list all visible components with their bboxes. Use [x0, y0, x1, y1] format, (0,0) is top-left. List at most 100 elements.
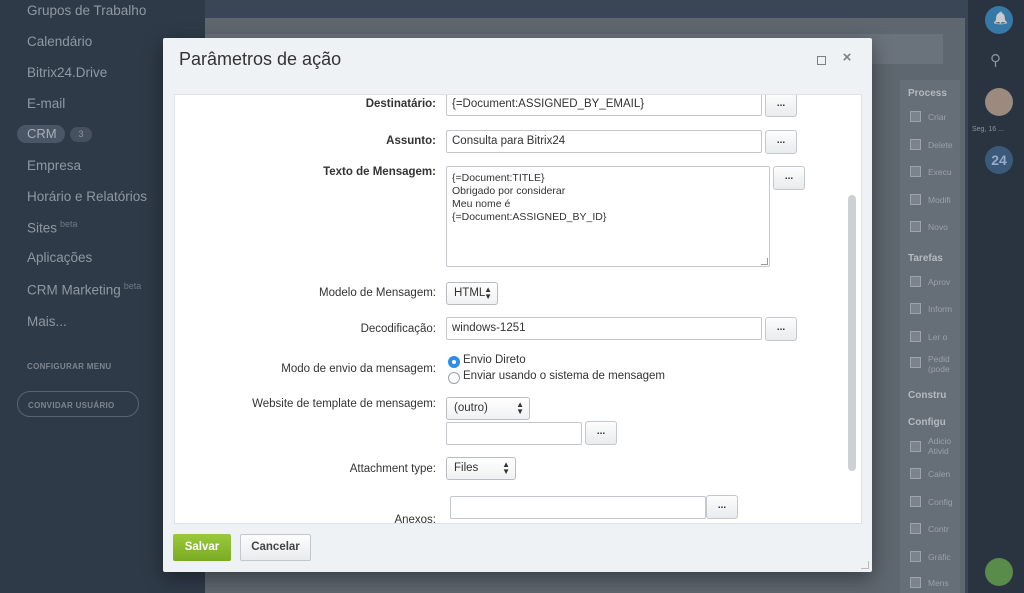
message-text-label: Texto de Mensagem: [323, 166, 436, 178]
cancel-button[interactable]: Cancelar [240, 534, 311, 561]
sidebar-item-sites[interactable]: Sites beta [27, 219, 78, 236]
list-item[interactable]: Calen [928, 469, 950, 479]
list-item[interactable]: Ler o [928, 332, 947, 342]
encoding-input[interactable]: windows-1251 [446, 317, 762, 340]
message-text-area[interactable]: {=Document:TITLE} Obrigado por considera… [446, 166, 770, 267]
sidebar-item-more[interactable]: Mais... [27, 314, 67, 329]
recipient-input[interactable]: {=Document:ASSIGNED_BY_EMAIL} [446, 95, 762, 116]
bitrix24-logo-icon[interactable]: 24 [985, 146, 1013, 174]
attachment-type-select[interactable]: Files ▲ ▼ [446, 457, 516, 480]
send-mode-label: Modo de envio da mensagem: [281, 363, 436, 375]
list-item[interactable]: Inform [928, 304, 952, 314]
encoding-insert-button[interactable]: ... [765, 317, 797, 341]
doc-icon [910, 441, 921, 452]
beta-badge: beta [123, 281, 142, 291]
content-scrollbar[interactable] [848, 195, 856, 471]
select-arrows-icon: ▲ ▼ [484, 285, 492, 301]
list-item[interactable]: Novo [928, 222, 948, 232]
template-site-label: Website de template de mensagem: [252, 398, 436, 410]
template-site-input[interactable] [446, 422, 582, 445]
doc-icon [910, 166, 921, 177]
message-line: {=Document:TITLE} [452, 172, 545, 184]
list-item[interactable]: Contr [928, 524, 949, 534]
sidebar-item-drive[interactable]: Bitrix24.Drive [27, 65, 107, 80]
select-arrows-icon: ▲ ▼ [516, 400, 524, 416]
doc-icon [910, 357, 921, 368]
sidebar-item-crm-marketing[interactable]: CRM Marketing beta [27, 281, 141, 298]
message-insert-button[interactable]: ... [773, 166, 805, 190]
action-parameters-dialog: Parâmetros de ação × Destinatário: {=Doc… [163, 38, 872, 572]
select-value: HTML [454, 287, 486, 299]
dialog-title: Parâmetros de ação [179, 49, 342, 69]
doc-icon [910, 577, 921, 588]
save-button[interactable]: Salvar [173, 534, 231, 561]
date-label: Seg, 16 ... [972, 126, 1004, 133]
section-tasks: Tarefas [908, 253, 943, 264]
resize-handle[interactable] [761, 258, 768, 265]
avatar[interactable] [985, 88, 1013, 116]
message-line: Meu nome é [452, 198, 511, 210]
doc-icon [910, 496, 921, 507]
sidebar-item-time-reports[interactable]: Horário e Relatórios [27, 189, 147, 204]
attachments-input[interactable] [450, 496, 706, 519]
sidebar-item-calendar[interactable]: Calendário [27, 34, 92, 49]
doc-icon [910, 139, 921, 150]
encoding-label: Decodificação: [360, 323, 436, 335]
select-value: Files [454, 462, 479, 474]
list-item[interactable]: Gráfic [928, 552, 951, 562]
section-configuration: Configu [908, 417, 946, 428]
invite-user-button[interactable]: CONVIDAR USUÁRIO [17, 391, 139, 417]
doc-icon [910, 111, 921, 122]
doc-icon [910, 221, 921, 232]
doc-icon [910, 276, 921, 287]
phone-icon[interactable] [985, 558, 1013, 586]
list-item[interactable]: Criar [928, 112, 946, 122]
sidebar-item-label: CRM Marketing [27, 282, 121, 298]
sidebar-item-groups[interactable]: Grupos de Trabalho [27, 3, 146, 18]
list-item[interactable]: Adicio Ativid [928, 436, 958, 456]
template-site-select[interactable]: (outro) ▲ ▼ [446, 397, 530, 420]
attachments-insert-button[interactable]: ... [706, 495, 738, 519]
dialog-resize-handle[interactable] [861, 561, 869, 569]
sidebar-item-applications[interactable]: Aplicações [27, 250, 92, 265]
recipient-label: Destinatário: [365, 98, 436, 110]
recipient-insert-button[interactable]: ... [765, 95, 797, 117]
sidebar-item-crm[interactable]: CRM [17, 125, 65, 143]
crm-count-badge: 3 [70, 127, 92, 142]
send-mode-direct-radio[interactable] [448, 356, 460, 368]
list-item[interactable]: Modifi [928, 195, 951, 205]
select-value: (outro) [454, 402, 488, 414]
attachments-label: Anexos: [394, 514, 436, 524]
maximize-icon[interactable] [817, 56, 826, 65]
send-mode-system-label[interactable]: Enviar usando o sistema de mensagem [463, 370, 665, 382]
list-item[interactable]: Config [928, 497, 953, 507]
message-line: {=Document:ASSIGNED_BY_ID} [452, 211, 607, 223]
subject-input[interactable]: Consulta para Bitrix24 [446, 130, 762, 153]
sidebar-item-label: Sites [27, 220, 58, 236]
bell-icon[interactable] [985, 6, 1013, 34]
list-item[interactable]: Delete [928, 140, 953, 150]
select-arrows-icon: ▲ ▼ [502, 460, 510, 476]
section-constructions: Constru [908, 390, 947, 401]
configure-menu-link[interactable]: CONFIGURAR MENU [27, 362, 112, 371]
list-item[interactable]: Execu [928, 167, 952, 177]
search-icon[interactable]: ⚲ [990, 51, 1001, 69]
list-item[interactable]: Mens [928, 578, 949, 588]
list-item[interactable]: Aprov [928, 277, 950, 287]
send-mode-system-radio[interactable] [448, 372, 460, 384]
beta-badge: beta [60, 219, 78, 229]
message-template-select[interactable]: HTML ▲ ▼ [446, 282, 498, 305]
sidebar-item-email[interactable]: E-mail [27, 96, 65, 111]
message-template-label: Modelo de Mensagem: [319, 287, 436, 299]
subject-insert-button[interactable]: ... [765, 130, 797, 154]
template-site-insert-button[interactable]: ... [585, 421, 617, 445]
list-item[interactable]: Pedid (pode [928, 354, 958, 374]
sidebar-item-company[interactable]: Empresa [27, 158, 81, 173]
close-icon[interactable]: × [841, 50, 853, 65]
message-line: Obrigado por considerar [452, 185, 566, 197]
activities-panel: Process Criar Delete Execu Modifi Novo T… [900, 80, 960, 593]
doc-icon [910, 331, 921, 342]
doc-icon [910, 523, 921, 534]
send-mode-direct-label[interactable]: Envio Direto [463, 354, 526, 366]
section-process: Process [908, 88, 947, 99]
